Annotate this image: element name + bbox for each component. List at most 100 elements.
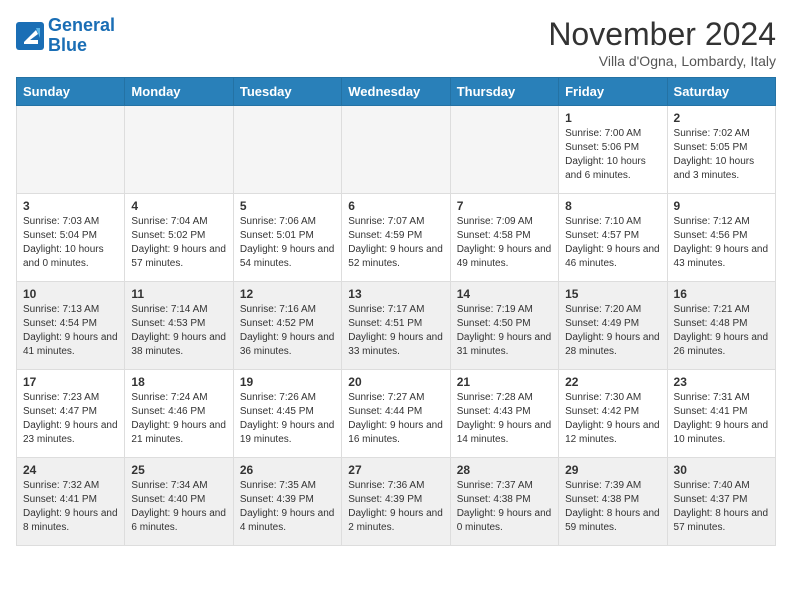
calendar-cell: 10Sunrise: 7:13 AM Sunset: 4:54 PM Dayli… — [17, 282, 125, 370]
day-number: 27 — [348, 463, 443, 477]
calendar-cell: 12 Sunrise: 7:16 AM Sunset: 4:52 PM Dayli… — [233, 282, 341, 370]
weekday-header-sunday: Sunday — [17, 78, 125, 106]
weekday-header-thursday: Thursday — [450, 78, 558, 106]
calendar-cell: 29 Sunrise: 7:39 AM Sunset: 4:38 PM Dayli… — [559, 458, 667, 546]
day-number: 30 — [674, 463, 769, 477]
day-info: Sunrise: 7:39 AM Sunset: 4:38 PM Dayligh… — [565, 479, 660, 535]
calendar-cell: 27 Sunrise: 7:36 AM Sunset: 4:39 PM Dayli… — [342, 458, 450, 546]
calendar-cell: 5Sunrise: 7:06 AM Sunset: 5:01 PM Daylig… — [233, 194, 341, 282]
logo-text: General Blue — [48, 16, 115, 56]
day-number: 29 — [565, 463, 660, 477]
calendar-cell — [17, 106, 125, 194]
day-number: 19 — [240, 375, 335, 389]
calendar-cell: 9 Sunrise: 7:12 AM Sunset: 4:56 PM Daylig… — [667, 194, 775, 282]
day-number: 3 — [23, 199, 118, 213]
day-info: Sunrise: 7:31 AM Sunset: 4:41 PM Dayligh… — [674, 391, 769, 447]
calendar-cell: 22 Sunrise: 7:30 AM Sunset: 4:42 PM Dayli… — [559, 370, 667, 458]
day-number: 23 — [674, 375, 769, 389]
day-info: Sunrise: 7:30 AM Sunset: 4:42 PM Dayligh… — [565, 391, 660, 447]
day-info: Sunrise: 7:34 AM Sunset: 4:40 PM Dayligh… — [131, 479, 226, 535]
week-row-3: 10Sunrise: 7:13 AM Sunset: 4:54 PM Dayli… — [17, 282, 776, 370]
month-title: November 2024 — [548, 16, 776, 53]
day-info: Sunrise: 7:09 AM Sunset: 4:58 PM Dayligh… — [457, 215, 552, 271]
logo-icon — [16, 22, 44, 50]
day-info: Sunrise: 7:27 AM Sunset: 4:44 PM Dayligh… — [348, 391, 443, 447]
day-info: Sunrise: 7:13 AM Sunset: 4:54 PM Dayligh… — [23, 303, 118, 359]
calendar-cell: 13Sunrise: 7:17 AM Sunset: 4:51 PM Dayli… — [342, 282, 450, 370]
day-number: 1 — [565, 111, 660, 125]
day-number: 17 — [23, 375, 118, 389]
calendar-cell — [450, 106, 558, 194]
day-number: 20 — [348, 375, 443, 389]
day-number: 8 — [565, 199, 660, 213]
day-info: Sunrise: 7:19 AM Sunset: 4:50 PM Dayligh… — [457, 303, 552, 359]
calendar-cell: 26 Sunrise: 7:35 AM Sunset: 4:39 PM Dayli… — [233, 458, 341, 546]
day-info: Sunrise: 7:14 AM Sunset: 4:53 PM Dayligh… — [131, 303, 226, 359]
day-number: 28 — [457, 463, 552, 477]
calendar-cell: 11 Sunrise: 7:14 AM Sunset: 4:53 PM Dayli… — [125, 282, 233, 370]
weekday-header-saturday: Saturday — [667, 78, 775, 106]
week-row-4: 17Sunrise: 7:23 AM Sunset: 4:47 PM Dayli… — [17, 370, 776, 458]
location: Villa d'Ogna, Lombardy, Italy — [548, 53, 776, 69]
day-info: Sunrise: 7:36 AM Sunset: 4:39 PM Dayligh… — [348, 479, 443, 535]
day-number: 22 — [565, 375, 660, 389]
calendar-cell: 3Sunrise: 7:03 AM Sunset: 5:04 PM Daylig… — [17, 194, 125, 282]
week-row-5: 24 Sunrise: 7:32 AM Sunset: 4:41 PM Dayli… — [17, 458, 776, 546]
day-info: Sunrise: 7:20 AM Sunset: 4:49 PM Dayligh… — [565, 303, 660, 359]
week-row-2: 3Sunrise: 7:03 AM Sunset: 5:04 PM Daylig… — [17, 194, 776, 282]
calendar-cell: 15 Sunrise: 7:20 AM Sunset: 4:49 PM Dayli… — [559, 282, 667, 370]
day-number: 7 — [457, 199, 552, 213]
day-info: Sunrise: 7:16 AM Sunset: 4:52 PM Dayligh… — [240, 303, 335, 359]
calendar-cell: 8 Sunrise: 7:10 AM Sunset: 4:57 PM Daylig… — [559, 194, 667, 282]
day-info: Sunrise: 7:04 AM Sunset: 5:02 PM Dayligh… — [131, 215, 226, 271]
day-number: 9 — [674, 199, 769, 213]
day-info: Sunrise: 7:32 AM Sunset: 4:41 PM Dayligh… — [23, 479, 118, 535]
calendar-cell: 18 Sunrise: 7:24 AM Sunset: 4:46 PM Dayli… — [125, 370, 233, 458]
calendar-cell: 21 Sunrise: 7:28 AM Sunset: 4:43 PM Dayli… — [450, 370, 558, 458]
day-number: 11 — [131, 287, 226, 301]
day-number: 15 — [565, 287, 660, 301]
day-info: Sunrise: 7:10 AM Sunset: 4:57 PM Dayligh… — [565, 215, 660, 271]
day-number: 26 — [240, 463, 335, 477]
day-info: Sunrise: 7:35 AM Sunset: 4:39 PM Dayligh… — [240, 479, 335, 535]
day-info: Sunrise: 7:40 AM Sunset: 4:37 PM Dayligh… — [674, 479, 769, 535]
calendar-cell: 28 Sunrise: 7:37 AM Sunset: 4:38 PM Dayli… — [450, 458, 558, 546]
calendar-cell — [125, 106, 233, 194]
day-info: Sunrise: 7:37 AM Sunset: 4:38 PM Dayligh… — [457, 479, 552, 535]
day-info: Sunrise: 7:00 AM Sunset: 5:06 PM Dayligh… — [565, 127, 660, 183]
day-number: 2 — [674, 111, 769, 125]
calendar-cell: 14Sunrise: 7:19 AM Sunset: 4:50 PM Dayli… — [450, 282, 558, 370]
day-number: 6 — [348, 199, 443, 213]
day-number: 21 — [457, 375, 552, 389]
calendar-cell: 16Sunrise: 7:21 AM Sunset: 4:48 PM Dayli… — [667, 282, 775, 370]
calendar-cell: 23 Sunrise: 7:31 AM Sunset: 4:41 PM Dayli… — [667, 370, 775, 458]
calendar-cell: 17Sunrise: 7:23 AM Sunset: 4:47 PM Dayli… — [17, 370, 125, 458]
day-info: Sunrise: 7:07 AM Sunset: 4:59 PM Dayligh… — [348, 215, 443, 271]
calendar-cell: 19 Sunrise: 7:26 AM Sunset: 4:45 PM Dayli… — [233, 370, 341, 458]
calendar-cell: 4 Sunrise: 7:04 AM Sunset: 5:02 PM Daylig… — [125, 194, 233, 282]
calendar-cell — [233, 106, 341, 194]
day-number: 4 — [131, 199, 226, 213]
calendar-cell: 20 Sunrise: 7:27 AM Sunset: 4:44 PM Dayli… — [342, 370, 450, 458]
calendar-table: SundayMondayTuesdayWednesdayThursdayFrid… — [16, 77, 776, 546]
weekday-header-wednesday: Wednesday — [342, 78, 450, 106]
day-info: Sunrise: 7:24 AM Sunset: 4:46 PM Dayligh… — [131, 391, 226, 447]
title-block: November 2024 Villa d'Ogna, Lombardy, It… — [548, 16, 776, 69]
weekday-header-row: SundayMondayTuesdayWednesdayThursdayFrid… — [17, 78, 776, 106]
day-info: Sunrise: 7:28 AM Sunset: 4:43 PM Dayligh… — [457, 391, 552, 447]
weekday-header-tuesday: Tuesday — [233, 78, 341, 106]
day-number: 24 — [23, 463, 118, 477]
weekday-header-monday: Monday — [125, 78, 233, 106]
page-header: General Blue November 2024 Villa d'Ogna,… — [16, 16, 776, 69]
logo: General Blue — [16, 16, 115, 56]
calendar-cell: 7 Sunrise: 7:09 AM Sunset: 4:58 PM Daylig… — [450, 194, 558, 282]
day-info: Sunrise: 7:02 AM Sunset: 5:05 PM Dayligh… — [674, 127, 769, 183]
day-info: Sunrise: 7:12 AM Sunset: 4:56 PM Dayligh… — [674, 215, 769, 271]
day-info: Sunrise: 7:26 AM Sunset: 4:45 PM Dayligh… — [240, 391, 335, 447]
day-number: 18 — [131, 375, 226, 389]
day-number: 13 — [348, 287, 443, 301]
calendar-cell: 24 Sunrise: 7:32 AM Sunset: 4:41 PM Dayli… — [17, 458, 125, 546]
weekday-header-friday: Friday — [559, 78, 667, 106]
day-number: 25 — [131, 463, 226, 477]
day-number: 12 — [240, 287, 335, 301]
